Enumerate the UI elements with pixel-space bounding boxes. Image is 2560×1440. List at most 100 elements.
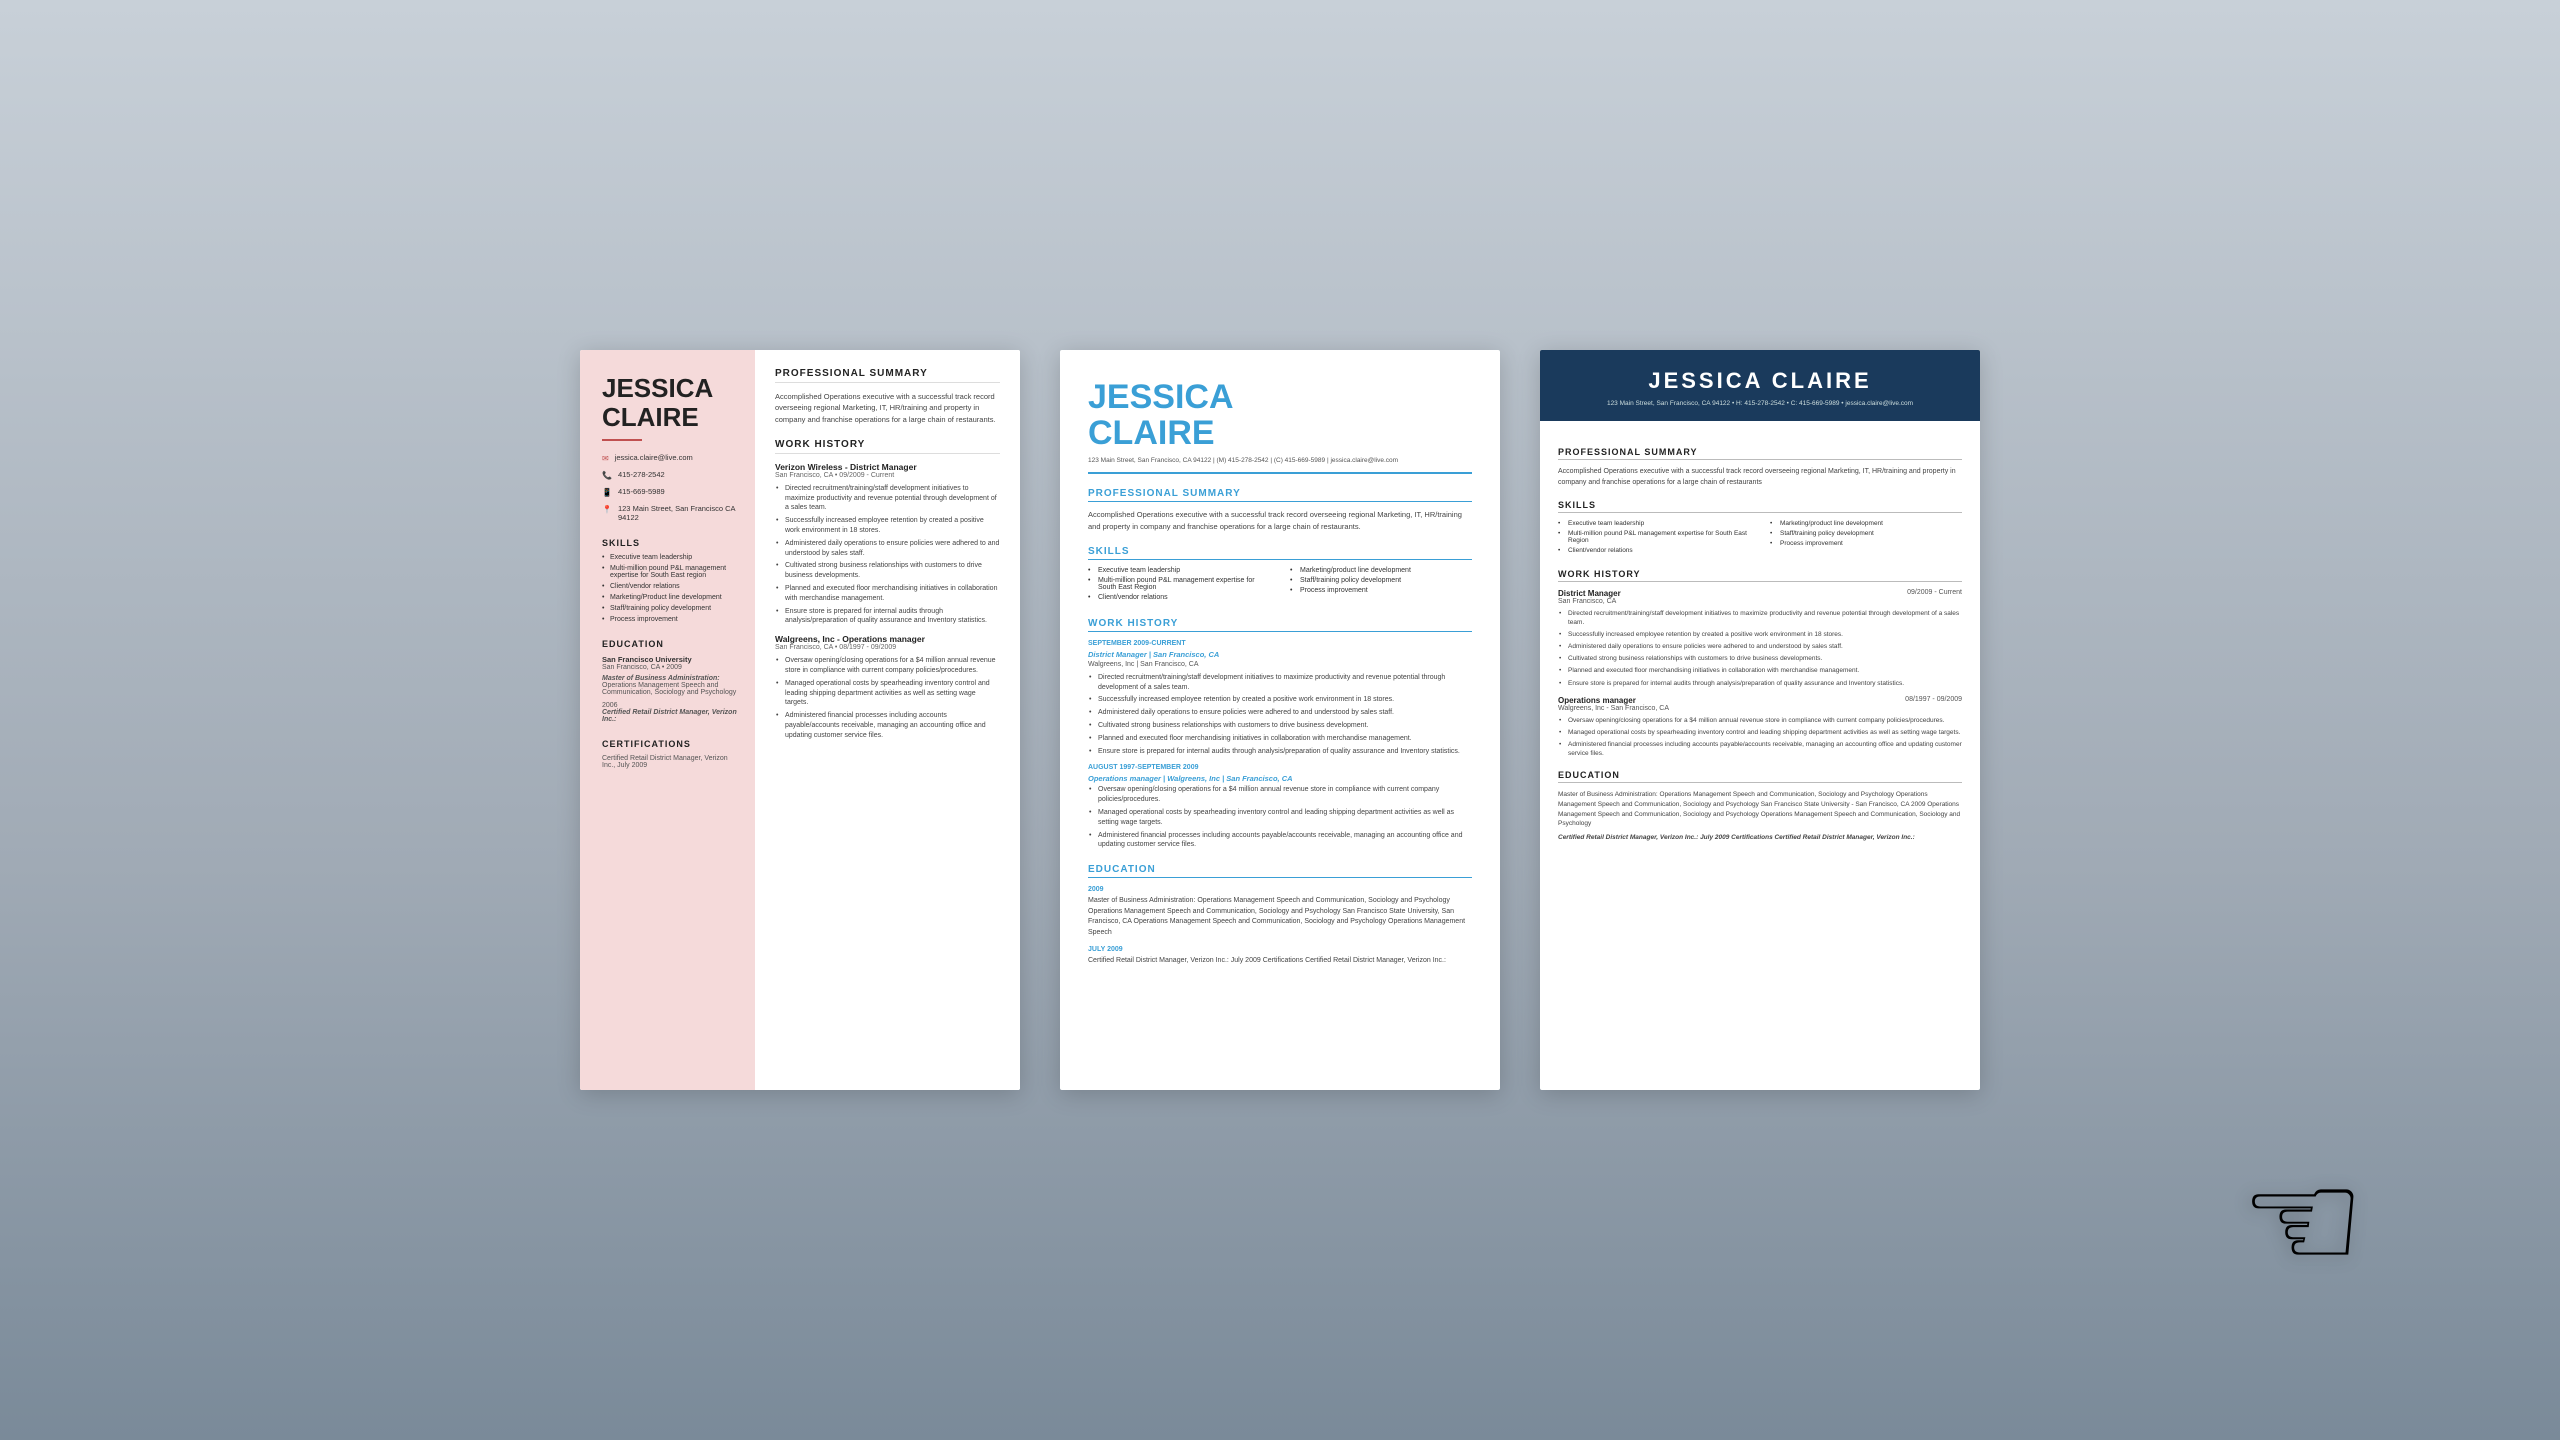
r1-j1-b4: Cultivated strong business relationships… [775,561,1000,581]
r2-job1-subtitle: Walgreens, Inc | San Francisco, CA [1088,661,1472,668]
r2-date2: AUGUST 1997-SEPTEMBER 2009 [1088,764,1472,771]
r2-j1-b5: Planned and executed floor merchandising… [1088,734,1472,744]
r3-j2-b2: Managed operational costs by spearheadin… [1558,728,1962,737]
r2-j1-b4: Cultivated strong business relationships… [1088,721,1472,731]
resume1-name-divider [602,439,642,441]
r3-job2-company: Walgreens, Inc - San Francisco, CA [1558,705,1962,712]
r3-job1-header: District Manager 09/2009 - Current [1558,589,1962,598]
resume1-education-title: EDUCATION [602,639,739,649]
resume3-summary: Accomplished Operations executive with a… [1558,467,1962,488]
r3-job1-date: 09/2009 - Current [1907,589,1962,598]
resume2-name: JESSICA CLAIRE [1088,380,1472,451]
resume-card-1[interactable]: JESSICA CLAIRE ✉ jessica.claire@live.com… [580,350,1020,1090]
phone-icon-2: 📱 [602,488,612,497]
r1-j1-b5: Planned and executed floor merchandising… [775,584,1000,604]
r2-skill-5: Staff/training policy development [1290,577,1472,584]
resume3-header: JESSICA CLAIRE 123 Main Street, San Fran… [1540,350,1980,421]
r1-job2-location: San Francisco, CA • 08/1997 - 09/2009 [775,644,1000,651]
cursor-hand-icon: ☞ [2240,1140,2366,1303]
resume1-skills-title: SKILLS [602,538,739,548]
r1-j2-b2: Managed operational costs by spearheadin… [775,679,1000,708]
r2-j2-b3: Administered financial processes includi… [1088,831,1472,851]
r2-job2-title: Operations manager | Walgreens, Inc | Sa… [1088,774,1472,783]
r1-j2-b3: Administered financial processes includi… [775,711,1000,740]
resume3-work-title: WORK HISTORY [1558,569,1962,582]
r2-j2-b2: Managed operational costs by spearheadin… [1088,808,1472,828]
resume2-summary-title: PROFESSIONAL SUMMARY [1088,488,1472,502]
r1-job1-company: Verizon Wireless - District Manager [775,462,1000,472]
email-icon: ✉ [602,454,609,463]
resume1-summary: Accomplished Operations executive with a… [775,391,1000,425]
edu-degree: Master of Business Administration: [602,675,739,682]
r3-j1-b4: Cultivated strong business relationships… [1558,654,1962,663]
r3-skill-3: Client/vendor relations [1558,547,1750,554]
resume2-edu-title: EDUCATION [1088,864,1472,878]
phone-icon-1: 📞 [602,471,612,480]
skill-5: Staff/training policy development [602,605,739,612]
resume-card-2[interactable]: JESSICA CLAIRE 123 Main Street, San Fran… [1060,350,1500,1090]
resumes-container: JESSICA CLAIRE ✉ jessica.claire@live.com… [0,290,2560,1150]
resume1-certs-title: CERTIFICATIONS [602,739,739,749]
r2-j1-b2: Successfully increased employee retentio… [1088,695,1472,705]
r3-skill-1: Executive team leadership [1558,520,1750,527]
r1-j2-b1: Oversaw opening/closing operations for a… [775,656,1000,676]
r3-job1-title: District Manager [1558,589,1621,598]
resume3-edu-title: EDUCATION [1558,770,1962,783]
resume1-sidebar: JESSICA CLAIRE ✉ jessica.claire@live.com… [580,350,755,1090]
r2-j2-b1: Oversaw opening/closing operations for a… [1088,785,1472,805]
resume1-address: 📍 123 Main Street, San Francisco CA 9412… [602,504,739,522]
r3-j2-b3: Administered financial processes includi… [1558,740,1962,758]
resume3-body: PROFESSIONAL SUMMARY Accomplished Operat… [1540,421,1980,857]
edu-location: San Francisco, CA • 2009 [602,664,739,671]
r3-j2-b1: Oversaw opening/closing operations for a… [1558,716,1962,725]
resume2-contact: 123 Main Street, San Francisco, CA 94122… [1088,457,1472,474]
r1-j1-b6: Ensure store is prepared for internal au… [775,607,1000,627]
r2-edu-text2: Certified Retail District Manager, Veriz… [1088,956,1472,967]
r3-skill-2: Multi-million pound P&L management exper… [1558,530,1750,544]
resume2-skills-title: SKILLS [1088,546,1472,560]
r3-skill-6: Process improvement [1770,540,1962,547]
edu-field: Operations Management Speech and Communi… [602,682,739,696]
resume3-summary-title: PROFESSIONAL SUMMARY [1558,447,1962,460]
r2-j1-b3: Administered daily operations to ensure … [1088,708,1472,718]
r1-j1-b1: Directed recruitment/training/staff deve… [775,484,1000,513]
r3-j1-b5: Planned and executed floor merchandising… [1558,666,1962,675]
r3-edu-text: Master of Business Administration: Opera… [1558,790,1962,829]
skill-6: Process improvement [602,616,739,623]
resume3-skills-grid: Executive team leadership Multi-million … [1558,520,1962,557]
r3-j1-b3: Administered daily operations to ensure … [1558,642,1962,651]
r2-skill-3: Client/vendor relations [1088,594,1270,601]
edu-cert-label: Certified Retail District Manager, Veriz… [602,709,739,723]
resume3-skills-title: SKILLS [1558,500,1962,513]
r2-date1: SEPTEMBER 2009-CURRENT [1088,640,1472,647]
r3-edu-cert: Certified Retail District Manager, Veriz… [1558,833,1962,843]
skill-4: Marketing/Product line development [602,594,739,601]
skill-1: Executive team leadership [602,554,739,561]
r2-j1-b6: Ensure store is prepared for internal au… [1088,747,1472,757]
resume-card-3[interactable]: JESSICA CLAIRE 123 Main Street, San Fran… [1540,350,1980,1090]
resume1-phone2: 📱 415-669-5989 [602,487,739,497]
resume1-email: ✉ jessica.claire@live.com [602,453,739,463]
skill-2: Multi-million pound P&L management exper… [602,565,739,579]
r2-skill-4: Marketing/product line development [1290,567,1472,574]
resume1-name: JESSICA CLAIRE [602,374,739,431]
r1-job2-company: Walgreens, Inc - Operations manager [775,634,1000,644]
r3-skill-4: Marketing/product line development [1770,520,1962,527]
r2-job1-title: District Manager | San Francisco, CA [1088,650,1472,659]
edu-school: San Francisco University [602,655,739,664]
resume2-skills-grid: Executive team leadership Multi-million … [1088,567,1472,604]
r2-edu-date1: 2009 [1088,886,1472,893]
r3-j1-b1: Directed recruitment/training/staff deve… [1558,609,1962,627]
resume1-work-heading: WORK HISTORY [775,439,1000,454]
r3-job2-header: Operations manager 08/1997 - 09/2009 [1558,696,1962,705]
r3-j1-b2: Successfully increased employee retentio… [1558,630,1962,639]
resume3-name: JESSICA CLAIRE [1560,368,1960,394]
r3-skill-5: Staff/training policy development [1770,530,1962,537]
r3-j1-b6: Ensure store is prepared for internal au… [1558,679,1962,688]
r2-j1-b1: Directed recruitment/training/staff deve… [1088,673,1472,693]
resume2-work-title: WORK HISTORY [1088,618,1472,632]
r1-job1-location: San Francisco, CA • 09/2009 - Current [775,472,1000,479]
r2-skill-2: Multi-million pound P&L management exper… [1088,577,1270,591]
r2-skill-6: Process improvement [1290,587,1472,594]
resume1-content: PROFESSIONAL SUMMARY Accomplished Operat… [755,350,1020,1090]
